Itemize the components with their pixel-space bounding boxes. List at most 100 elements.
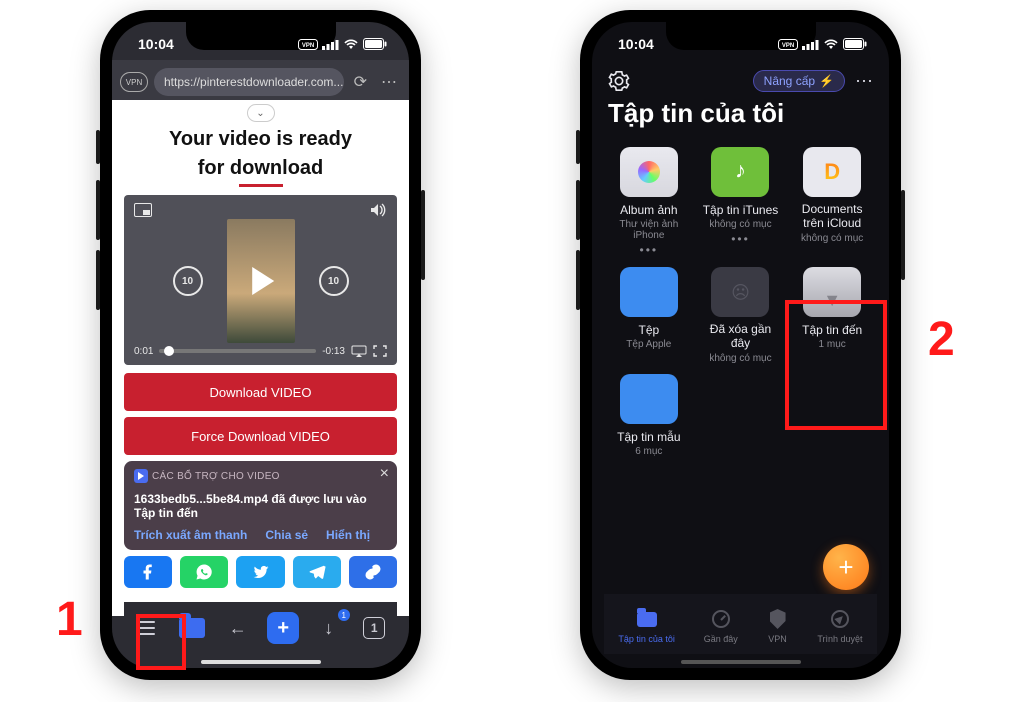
- video-time-remaining: -0:13: [322, 346, 345, 357]
- folder-icon: [179, 618, 205, 638]
- grid-item-trash[interactable]: Đã xóa gần đâykhông có mục: [700, 267, 782, 364]
- share-whatsapp[interactable]: [180, 556, 228, 588]
- page-headline-line1: Your video is ready: [112, 124, 409, 153]
- status-bar: 10:04 VPN: [112, 22, 409, 66]
- files-grid: Album ảnhThư viện ảnh iPhone•••Tập tin i…: [592, 139, 889, 465]
- photos-icon: [620, 147, 678, 197]
- grid-item-itunes[interactable]: Tập tin iTuneskhông có mục•••: [700, 147, 782, 257]
- toast-message-line1: 1633bedb5...5be84.mp4 đã được lưu vào: [134, 492, 387, 506]
- wifi-icon: [343, 38, 359, 50]
- trash-icon: [711, 267, 769, 317]
- grid-item-more[interactable]: •••: [608, 243, 690, 257]
- grid-item-sample[interactable]: Tập tin mẫu 6 mục: [608, 374, 690, 457]
- seek-back-button[interactable]: 10: [173, 266, 203, 296]
- svg-text:VPN: VPN: [302, 43, 314, 49]
- toast-close-button[interactable]: ×: [380, 465, 389, 483]
- download-count-badge: 1: [338, 609, 350, 621]
- url-field[interactable]: https://pinterestdownloader.com...: [154, 68, 344, 96]
- grid-item-title: Tệp: [608, 323, 690, 337]
- grid-item-title: Documents trên iCloud: [791, 203, 873, 231]
- pip-icon[interactable]: [134, 203, 152, 217]
- video-player[interactable]: 10 10 0:01 -0:13: [124, 195, 397, 365]
- compass-icon: [831, 610, 849, 628]
- grid-item-icloud[interactable]: Documents trên iCloudkhông có mục: [791, 147, 873, 257]
- seek-forward-button[interactable]: 10: [319, 266, 349, 296]
- force-download-button[interactable]: Force Download VIDEO: [124, 417, 397, 455]
- tab-my-files[interactable]: Tập tin của tôi: [618, 608, 675, 644]
- grid-item-photos[interactable]: Album ảnhThư viện ảnh iPhone•••: [608, 147, 690, 257]
- tab-recent[interactable]: Gần đây: [704, 608, 738, 644]
- settings-button[interactable]: [608, 70, 630, 92]
- tab-browser[interactable]: Trình duyệt: [817, 608, 862, 644]
- grid-item-subtitle: 1 mục: [791, 339, 873, 350]
- share-link[interactable]: [349, 556, 397, 588]
- grid-item-title: Tập tin iTunes: [700, 203, 782, 217]
- grid-item-subtitle: Tệp Apple: [608, 339, 690, 350]
- download-video-button[interactable]: Download VIDEO: [124, 373, 397, 411]
- headline-underline: [239, 184, 283, 187]
- phone-right: 10:04 VPN Nâng cấp⚡ ⋯ Tập tin của tôi: [580, 10, 901, 680]
- status-time: 10:04: [138, 36, 174, 52]
- toast-action-extract[interactable]: Trích xuất âm thanh: [134, 528, 247, 542]
- page-title: Tập tin của tôi: [592, 92, 889, 139]
- play-button[interactable]: [252, 267, 274, 295]
- bottom-files-button[interactable]: [175, 611, 209, 645]
- home-indicator[interactable]: [681, 660, 801, 664]
- bolt-icon: ⚡: [819, 74, 834, 88]
- grid-item-title: Album ảnh: [608, 203, 690, 217]
- annotation-number-2: 2: [928, 312, 955, 367]
- bottom-new-button[interactable]: +: [266, 611, 300, 645]
- toast-action-show[interactable]: Hiển thị: [326, 528, 370, 542]
- status-time: 10:04: [618, 36, 654, 52]
- phone-left: 10:04 VPN VPN https://pinterestdownloade…: [100, 10, 421, 680]
- fab-add-button[interactable]: +: [823, 544, 869, 590]
- grid-item-title: Tập tin mẫu: [608, 430, 690, 444]
- share-facebook[interactable]: [124, 556, 172, 588]
- video-progress[interactable]: [159, 349, 316, 353]
- fullscreen-icon[interactable]: [373, 345, 387, 357]
- vpn-indicator: VPN: [298, 39, 318, 50]
- tab-bar: Tập tin của tôi Gần đây VPN Trình duyệt: [604, 594, 877, 654]
- share-twitter[interactable]: [236, 556, 284, 588]
- grid-item-subtitle: không có mục: [700, 353, 782, 364]
- airplay-icon[interactable]: [351, 345, 367, 357]
- bottom-menu-button[interactable]: [130, 611, 164, 645]
- grid-item-subtitle: 6 mục: [608, 446, 690, 457]
- reload-button[interactable]: ⟳: [350, 72, 371, 92]
- browser-bottom-bar: ← + ↓1 1: [124, 602, 397, 654]
- download-toast: × CÁC BỔ TRỢ CHO VIDEO 1633bedb5...5be84…: [124, 461, 397, 550]
- grid-item-files[interactable]: Tệp Tệp Apple: [608, 267, 690, 364]
- grid-item-inbox[interactable]: Tập tin đến1 mục: [791, 267, 873, 364]
- files-icon: [620, 267, 678, 317]
- shield-icon: [770, 609, 786, 629]
- volume-icon[interactable]: [369, 203, 387, 217]
- toast-action-share[interactable]: Chia sẻ: [265, 528, 308, 542]
- page-headline-line2: for download: [112, 153, 409, 182]
- status-indicators: VPN: [778, 38, 867, 50]
- upgrade-button[interactable]: Nâng cấp⚡: [753, 70, 845, 92]
- vpn-badge[interactable]: VPN: [120, 72, 148, 92]
- toast-destination: Tập tin đến: [134, 506, 387, 520]
- grid-item-more[interactable]: •••: [700, 232, 782, 246]
- tab-vpn[interactable]: VPN: [767, 608, 789, 644]
- toast-badge: CÁC BỔ TRỢ CHO VIDEO: [134, 469, 280, 483]
- battery-icon: [363, 38, 387, 50]
- inbox-icon: [803, 267, 861, 317]
- home-indicator[interactable]: [201, 660, 321, 664]
- more-button[interactable]: ⋯: [855, 71, 873, 92]
- browser-more-button[interactable]: ⋯: [377, 72, 401, 92]
- bottom-downloads-button[interactable]: ↓1: [312, 611, 346, 645]
- signal-icon: [802, 39, 819, 50]
- bottom-tabs-button[interactable]: 1: [357, 611, 391, 645]
- sample-icon: [620, 374, 678, 424]
- annotation-number-1: 1: [56, 592, 83, 647]
- itunes-icon: [711, 147, 769, 197]
- collapse-chevron[interactable]: ⌄: [247, 104, 275, 122]
- signal-icon: [322, 39, 339, 50]
- browser-url-bar: VPN https://pinterestdownloader.com... ⟳…: [112, 60, 409, 100]
- play-icon: [134, 469, 148, 483]
- vpn-indicator: VPN: [778, 39, 798, 50]
- share-telegram[interactable]: [293, 556, 341, 588]
- bottom-back-button[interactable]: ←: [221, 611, 255, 645]
- status-indicators: VPN: [298, 38, 387, 50]
